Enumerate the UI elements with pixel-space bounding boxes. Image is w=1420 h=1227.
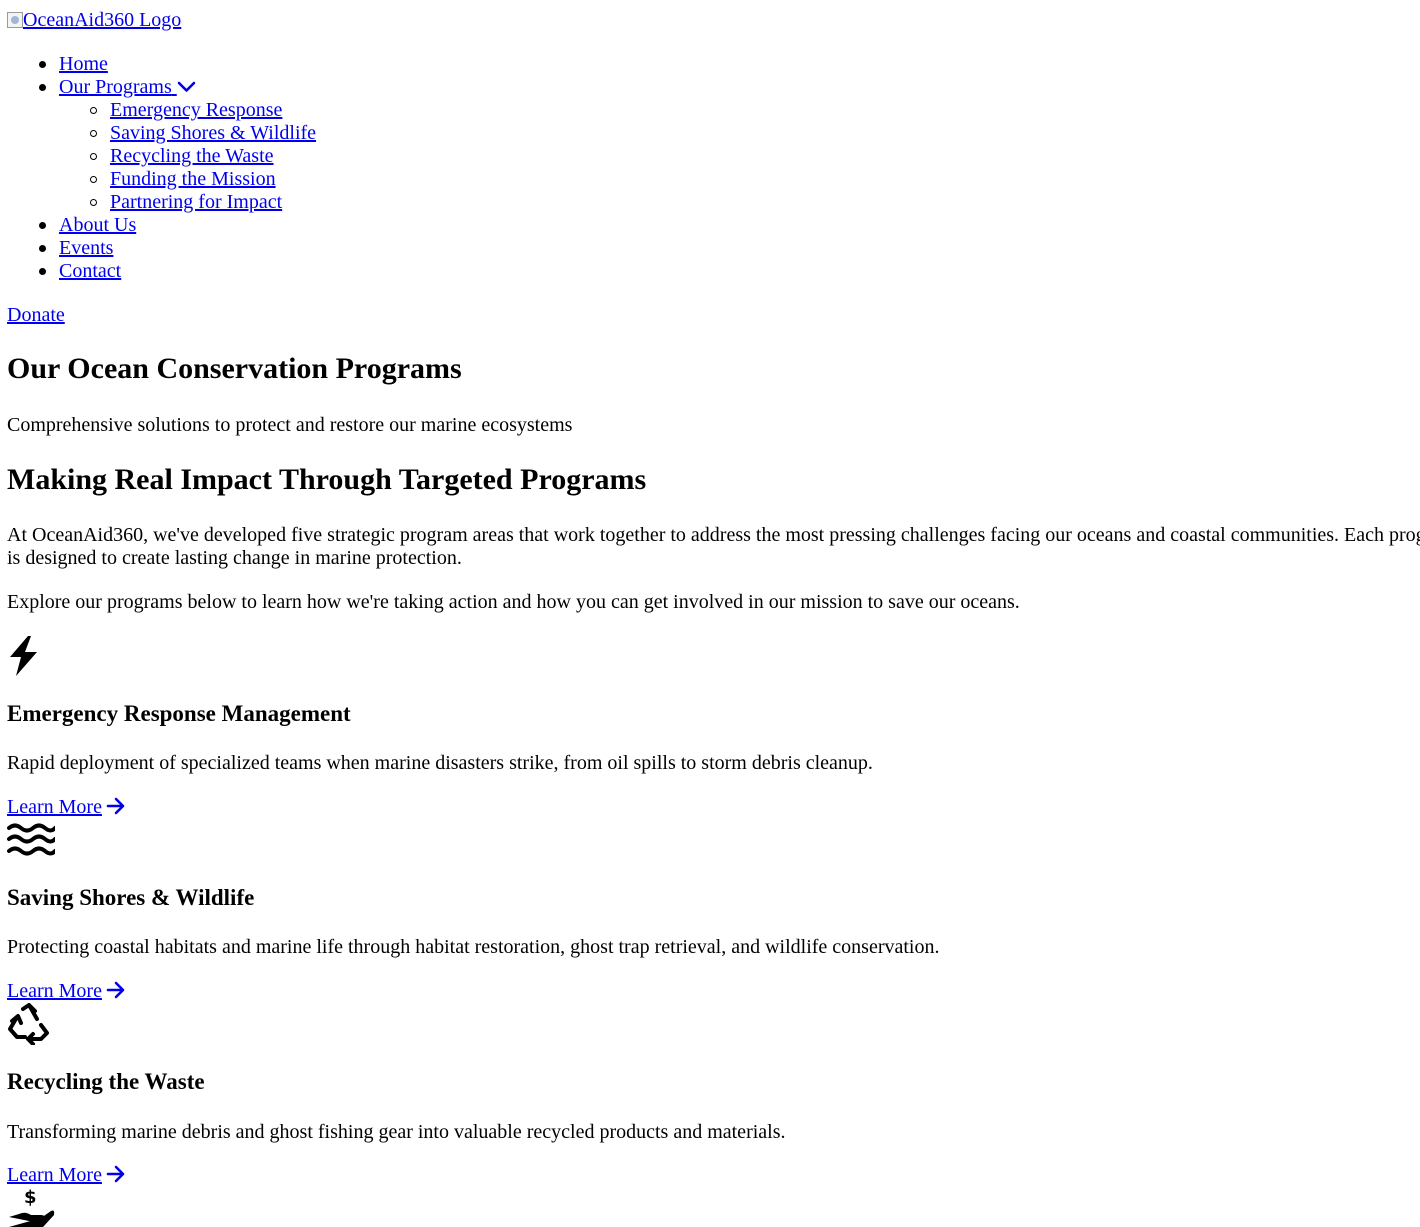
page-title: Our Ocean Conservation Programs: [7, 352, 462, 385]
program-description: Transforming marine debris and ghost fis…: [7, 1121, 786, 1143]
logo-alt-text: OceanAid360 Logo: [23, 9, 182, 31]
main-nav: Home Our Programs Emergency Response Sav…: [38, 53, 316, 283]
submenu-item: Partnering for Impact: [89, 191, 316, 214]
learn-more-label: Learn More: [7, 796, 102, 818]
donate-button[interactable]: Donate: [7, 304, 65, 327]
nav-item-contact: Contact: [38, 260, 316, 283]
recycle-icon: [8, 1003, 49, 1045]
nav-link-events[interactable]: Events: [59, 237, 113, 259]
learn-more-link[interactable]: Learn More: [7, 1164, 126, 1187]
lightning-bolt-icon: [10, 636, 37, 676]
submenu-item: Recycling the Waste: [89, 145, 316, 168]
arrow-right-icon: [106, 981, 125, 999]
submenu-link-partnering[interactable]: Partnering for Impact: [110, 191, 282, 213]
submenu-item: Emergency Response: [89, 99, 316, 122]
program-title: Emergency Response Management: [7, 701, 351, 726]
section-heading: Making Real Impact Through Targeted Prog…: [7, 463, 647, 496]
chevron-down-icon: [177, 81, 196, 92]
submenu-link-recycling[interactable]: Recycling the Waste: [110, 145, 274, 167]
hand-holding-dollar-icon: $: [9, 1187, 55, 1227]
nav-link-contact[interactable]: Contact: [59, 260, 121, 282]
nav-item-home: Home: [38, 53, 316, 76]
learn-more-label: Learn More: [7, 1164, 102, 1186]
program-description: Rapid deployment of specialized teams wh…: [7, 752, 873, 774]
nav-link-home[interactable]: Home: [59, 53, 108, 75]
nav-item-events: Events: [38, 237, 316, 260]
nav-link-our-programs[interactable]: Our Programs: [59, 76, 196, 98]
learn-more-link[interactable]: Learn More: [7, 980, 126, 1003]
arrow-right-icon: [106, 1165, 125, 1183]
learn-more-link[interactable]: Learn More: [7, 796, 126, 819]
explore-text: Explore our programs below to learn how …: [7, 591, 1020, 613]
nav-item-about: About Us: [38, 214, 316, 237]
programs-submenu: Emergency Response Saving Shores & Wildl…: [59, 99, 316, 214]
submenu-link-funding[interactable]: Funding the Mission: [110, 168, 276, 190]
program-title: Recycling the Waste: [7, 1069, 205, 1094]
submenu-link-emergency-response[interactable]: Emergency Response: [110, 99, 282, 121]
submenu-link-saving-shores[interactable]: Saving Shores & Wildlife: [110, 122, 316, 144]
page-subtitle: Comprehensive solutions to protect and r…: [7, 414, 573, 436]
logo-link[interactable]: OceanAid360 Logo: [7, 9, 181, 32]
program-title: Saving Shores & Wildlife: [7, 885, 255, 910]
submenu-item: Funding the Mission: [89, 168, 316, 191]
learn-more-label: Learn More: [7, 980, 102, 1002]
broken-image-icon: [7, 12, 23, 28]
nav-item-our-programs: Our Programs Emergency Response Saving S…: [38, 76, 316, 214]
program-description: Protecting coastal habitats and marine l…: [7, 936, 940, 958]
submenu-item: Saving Shores & Wildlife: [89, 122, 316, 145]
svg-text:$: $: [24, 1187, 37, 1208]
intro-paragraph: At OceanAid360, we've developed five str…: [7, 524, 1420, 569]
water-waves-icon: [7, 823, 55, 856]
nav-link-our-programs-label: Our Programs: [59, 76, 172, 98]
nav-link-about[interactable]: About Us: [59, 214, 136, 236]
arrow-right-icon: [106, 797, 125, 815]
